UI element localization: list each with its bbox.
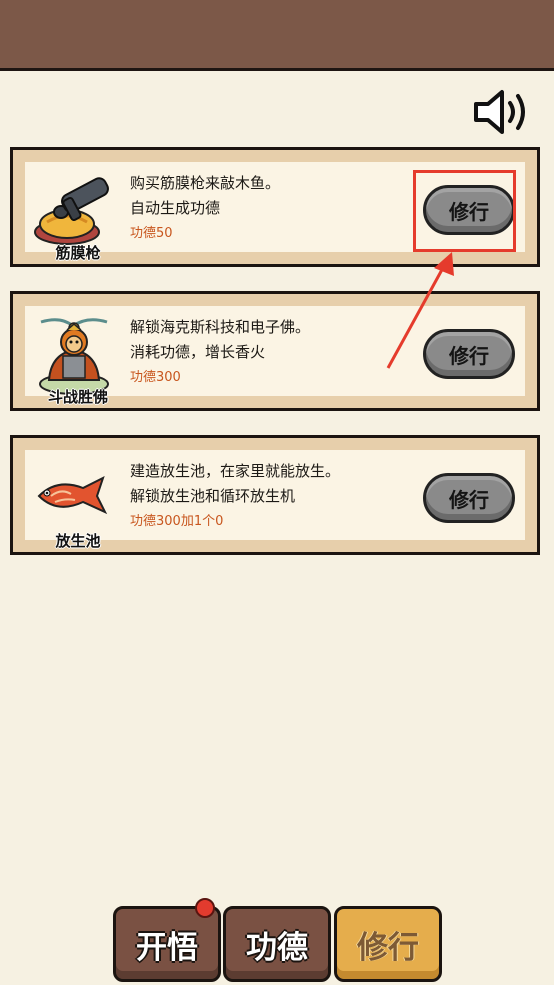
- upgrade-description-line2: 解锁放生池和循环放生机: [130, 487, 296, 505]
- speaker-volume-icon[interactable]: [472, 88, 530, 136]
- upgrade-name: 放生池: [55, 532, 101, 550]
- tab-practice[interactable]: 修行: [334, 906, 442, 982]
- upgrade-description-line2: 自动生成功德: [130, 199, 221, 217]
- top-bar: [0, 0, 554, 71]
- tab-merit[interactable]: 功德: [223, 906, 331, 982]
- upgrade-name: 斗战胜佛: [47, 388, 108, 406]
- upgrade-description-line1: 解锁海克斯科技和电子佛。: [130, 318, 311, 336]
- upgrade-name: 筋膜枪: [55, 244, 101, 262]
- upgrade-description-line2: 消耗功德，增长香火: [130, 343, 266, 361]
- upgrade-cost: 功德300: [130, 370, 181, 385]
- upgrade-card-release-pond: 放生池 建造放生池，在家里就能放生。 解锁放生池和循环放生机 功德300加1个0…: [10, 435, 540, 555]
- notification-badge: [195, 898, 215, 918]
- annotation-arrow-icon: [386, 252, 454, 369]
- train-button-release-pond[interactable]: 修行: [423, 473, 515, 523]
- annotation-highlight-box: [413, 170, 516, 252]
- upgrade-cost: 功德300加1个0: [130, 514, 224, 529]
- upgrade-description-line1: 建造放生池，在家里就能放生。: [130, 462, 341, 480]
- upgrade-card-buddha: 斗战胜佛 解锁海克斯科技和电子佛。 消耗功德，增长香火 功德300 修行: [10, 291, 540, 411]
- upgrade-description-line1: 购买筋膜枪来敲木鱼。: [130, 174, 281, 192]
- upgrade-cost: 功德50: [130, 226, 173, 241]
